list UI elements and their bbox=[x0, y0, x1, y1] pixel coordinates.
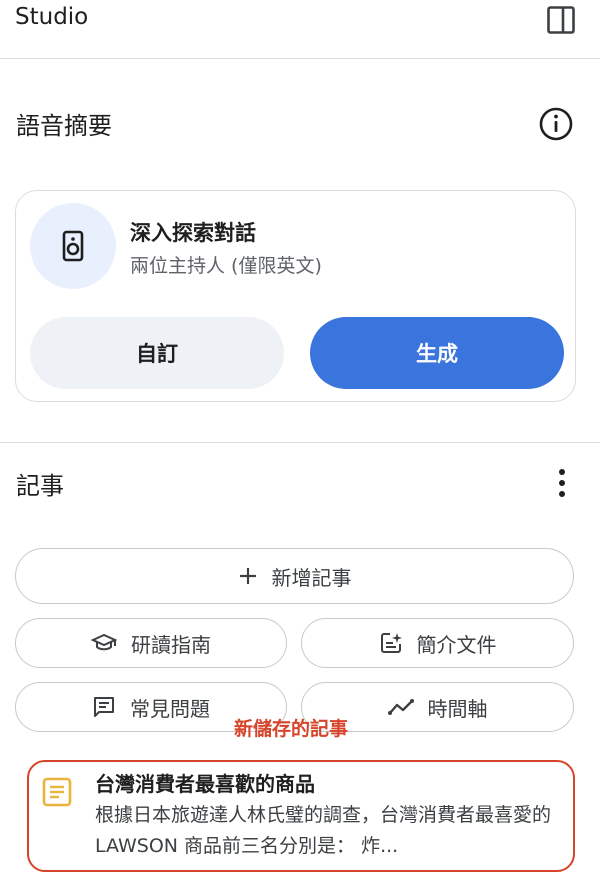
note-icon bbox=[41, 776, 73, 812]
side-panel-icon[interactable] bbox=[546, 5, 576, 35]
notes-title: 記事 bbox=[16, 472, 64, 500]
studio-header: Studio bbox=[0, 0, 600, 59]
deep-dive-title: 深入探索對話 bbox=[130, 221, 256, 245]
briefing-doc-label: 簡介文件 bbox=[416, 632, 497, 657]
studio-title: Studio bbox=[15, 4, 89, 30]
briefing-doc-button[interactable]: 簡介文件 bbox=[301, 618, 574, 668]
audio-overview-card: 深入探索對話 兩位主持人 (僅限英文) 自訂 生成 bbox=[15, 190, 576, 402]
faq-list-icon bbox=[92, 695, 116, 719]
plus-icon bbox=[238, 566, 258, 586]
section-divider bbox=[0, 442, 600, 443]
new-saved-note-annotation: 新儲存的記事 bbox=[234, 718, 349, 740]
info-icon[interactable] bbox=[538, 106, 574, 142]
speaker-icon bbox=[62, 230, 84, 262]
timeline-icon bbox=[387, 697, 414, 717]
studio-panel: Studio 語音摘要 深入探索對話 兩位主持人 (僅限英文) 自訂 生成 記事… bbox=[0, 0, 600, 885]
timeline-label: 時間軸 bbox=[427, 696, 488, 721]
saved-note-title: 台灣消費者最喜歡的商品 bbox=[95, 772, 315, 796]
saved-note-card[interactable]: 台灣消費者最喜歡的商品 根據日本旅遊達人林氏璧的調查，台灣消費者最喜愛的 LAW… bbox=[27, 760, 575, 872]
add-note-label: 新增記事 bbox=[271, 565, 352, 590]
saved-note-preview: 根據日本旅遊達人林氏璧的調查，台灣消費者最喜愛的 LAWSON 商品前三名分別是… bbox=[95, 804, 552, 857]
study-guide-button[interactable]: 研讀指南 bbox=[15, 618, 287, 668]
customize-button[interactable]: 自訂 bbox=[30, 317, 284, 389]
school-icon bbox=[91, 632, 117, 654]
add-note-button[interactable]: 新增記事 bbox=[15, 548, 574, 604]
speaker-icon-container bbox=[30, 203, 116, 289]
document-sparkle-icon bbox=[379, 631, 403, 655]
faq-label: 常見問題 bbox=[130, 696, 210, 721]
more-vert-icon[interactable] bbox=[550, 466, 574, 500]
study-guide-label: 研讀指南 bbox=[131, 632, 211, 657]
generate-button[interactable]: 生成 bbox=[310, 317, 564, 389]
deep-dive-subtitle: 兩位主持人 (僅限英文) bbox=[130, 255, 322, 277]
audio-overview-title: 語音摘要 bbox=[16, 112, 112, 140]
